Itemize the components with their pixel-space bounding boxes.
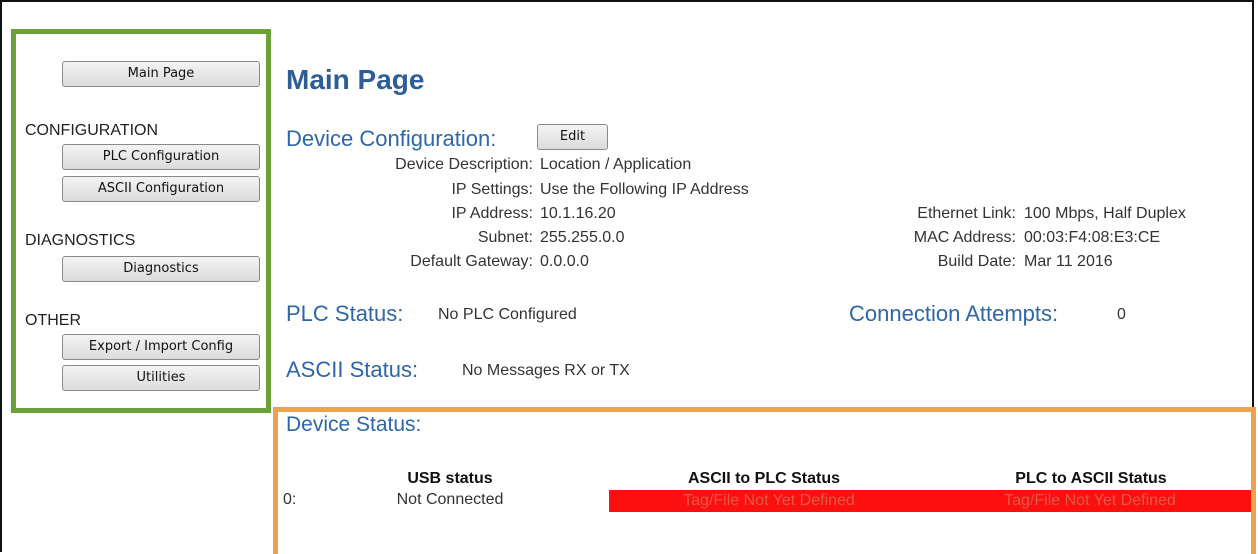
ascii-to-plc-status-header: ASCII to PLC Status [687, 470, 840, 487]
ascii-status-value: No Messages RX or TX [462, 362, 630, 379]
subnet-label: Subnet: [477, 229, 533, 246]
device-description-label: Device Description: [395, 156, 533, 173]
build-date-value: Mar 11 2016 [1024, 253, 1113, 270]
usb-status-value: Not Connected [396, 491, 504, 508]
device-description-value: Location / Application [540, 156, 692, 173]
utilities-button[interactable]: Utilities [62, 365, 260, 391]
build-date-label: Build Date: [937, 253, 1016, 270]
plc-to-ascii-status-value: Tag/File Not Yet Defined [929, 490, 1251, 512]
sidebar-heading-other: OTHER [25, 312, 81, 329]
ethernet-link-label: Ethernet Link: [917, 205, 1016, 222]
usb-status-header: USB status [407, 470, 493, 487]
connection-attempts-heading: Connection Attempts: [849, 301, 1059, 326]
ip-address-label: IP Address: [451, 205, 533, 222]
export-import-config-button[interactable]: Export / Import Config [62, 334, 260, 360]
subnet-value: 255.255.0.0 [540, 229, 625, 246]
connection-attempts-value: 0 [1117, 306, 1126, 323]
row-index: 0: [283, 491, 297, 508]
plc-status-value: No PLC Configured [438, 306, 577, 323]
ascii-status-heading: ASCII Status: [286, 357, 419, 382]
edit-button[interactable]: Edit [537, 124, 608, 150]
sidebar-nav: Main Page CONFIGURATION PLC Configuratio… [11, 29, 271, 413]
page-title: Main Page [286, 64, 425, 95]
main-page-button[interactable]: Main Page [62, 61, 260, 87]
ascii-configuration-button[interactable]: ASCII Configuration [62, 176, 260, 202]
mac-address-value: 00:03:F4:08:E3:CE [1024, 229, 1161, 246]
plc-to-ascii-status-header: PLC to ASCII Status [1015, 470, 1167, 487]
sidebar-heading-configuration: CONFIGURATION [25, 122, 159, 139]
ascii-to-plc-status-value: Tag/File Not Yet Defined [609, 490, 929, 512]
ip-settings-value: Use the Following IP Address [540, 181, 749, 198]
ip-settings-label: IP Settings: [451, 181, 533, 198]
plc-status-heading: PLC Status: [286, 301, 404, 326]
default-gateway-label: Default Gateway: [410, 253, 533, 270]
mac-address-label: MAC Address: [913, 229, 1016, 246]
ip-address-value: 10.1.16.20 [540, 205, 616, 222]
device-status-heading: Device Status: [286, 413, 422, 436]
default-gateway-value: 0.0.0.0 [540, 253, 589, 270]
ethernet-link-value: 100 Mbps, Half Duplex [1024, 205, 1186, 222]
diagnostics-button[interactable]: Diagnostics [62, 256, 260, 282]
plc-configuration-button[interactable]: PLC Configuration [62, 144, 260, 170]
device-configuration-heading: Device Configuration: [286, 126, 497, 151]
sidebar-heading-diagnostics: DIAGNOSTICS [25, 232, 136, 249]
